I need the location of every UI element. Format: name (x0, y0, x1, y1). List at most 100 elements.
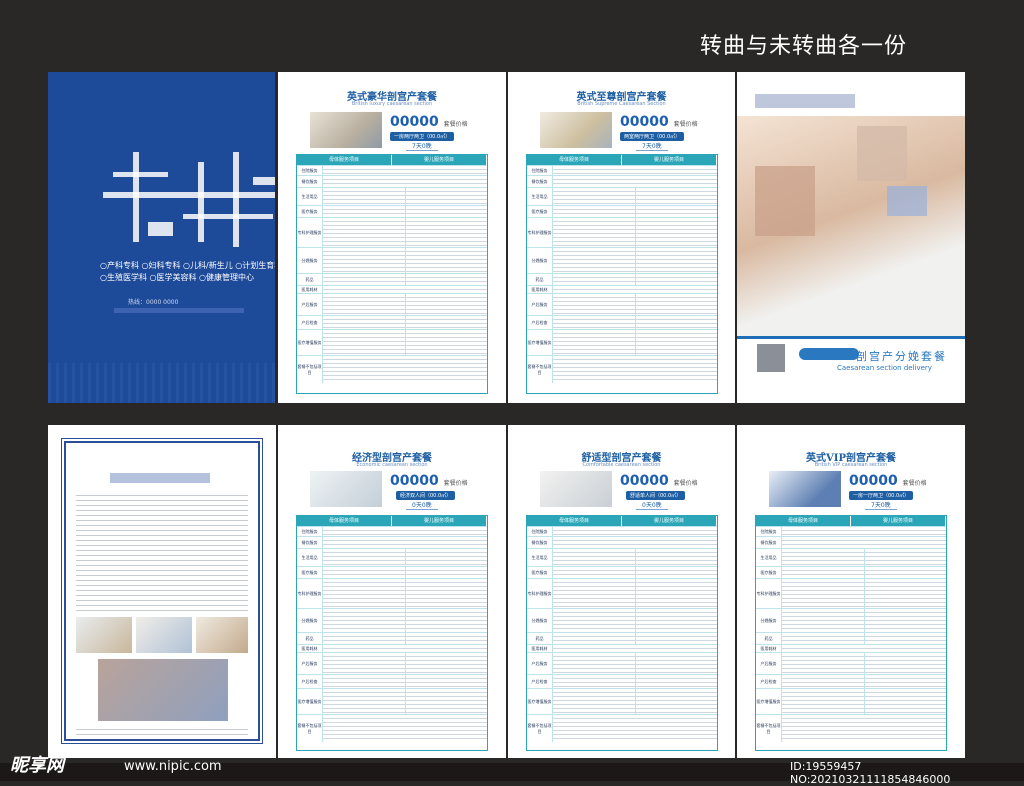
service-table: 母体服务项目 婴儿服务项目 住院服务 餐饮服务 生活用品 医疗服务 专科护理服务 … (296, 154, 488, 394)
row-label: 医用耗材 (527, 286, 553, 293)
room-photo (540, 471, 612, 507)
room-type: 两室两厅两卫（00.0㎡） (620, 132, 685, 141)
package-price: 00000 套餐价格 (390, 473, 468, 489)
service-table: 母体服务项目 婴儿服务项目 住院服务 餐饮服务 生活用品 医疗服务 专科护理服务 … (755, 515, 947, 751)
row-label: 餐饮服务 (527, 176, 553, 187)
row-label: 住院服务 (297, 527, 323, 536)
row-label: 生活用品 (297, 188, 323, 205)
site-logo: 昵享网 (10, 755, 64, 776)
row-label: 医用耗材 (756, 645, 782, 652)
col-baby: 婴儿服务项目 (622, 155, 717, 165)
row-label: 药品 (756, 633, 782, 644)
accent-bar (737, 336, 965, 339)
package-page-luxury: 英式豪华剖宫产套餐 British luxury caesarean secti… (278, 72, 506, 403)
row-label: 套餐不包括项目 (297, 356, 323, 383)
page-subtitle: British luxury caesarean section (351, 101, 433, 107)
page-subtitle: Economic caesarean section (356, 462, 428, 468)
row-label: 餐饮服务 (297, 176, 323, 187)
row-label: 套餐不包括项目 (527, 356, 553, 383)
row-label: 餐饮服务 (527, 537, 553, 548)
col-mom: 母体服务项目 (756, 516, 851, 526)
row-label: 医疗服务 (527, 206, 553, 217)
row-label: 餐饮服务 (756, 537, 782, 548)
room-photo (310, 471, 382, 507)
col-baby: 婴儿服务项目 (622, 516, 717, 526)
row-label: 医疗服务 (297, 206, 323, 217)
room-photo (310, 112, 382, 148)
row-label: 产后检查 (756, 675, 782, 688)
col-mom: 母体服务项目 (527, 155, 622, 165)
badge (799, 348, 859, 360)
service-table: 母体服务项目 婴儿服务项目 住院服务 餐饮服务 生活用品 医疗服务 专科护理服务 … (526, 154, 718, 394)
row-label: 医疗服务 (756, 567, 782, 578)
intro-page (48, 425, 276, 758)
brand-subtitle: Caesarean section delivery (837, 364, 932, 372)
blurred-qr (757, 344, 785, 372)
page-subtitle: British Supreme Caesarean Section (577, 101, 666, 107)
hospital-photo-1 (76, 617, 132, 653)
col-mom: 母体服务项目 (297, 155, 392, 165)
cover-page: ○产科专科 ○妇科专科 ○儿科/新生儿 ○计划生育科 ○生殖医学科 ○医学美容科… (48, 72, 275, 403)
package-page-vip: 英式VIP剖宫产套餐 British VIP caesarean section… (737, 425, 965, 758)
col-mom: 母体服务项目 (527, 516, 622, 526)
row-label: 分娩服务 (297, 248, 323, 273)
page-subtitle: Comfortable caesarean section (582, 462, 661, 468)
row-label: 产后检查 (297, 316, 323, 329)
row-label: 专科护理服务 (297, 579, 323, 608)
row-label: 分娩服务 (527, 609, 553, 632)
package-price: 00000 套餐价格 (390, 114, 468, 130)
intro-text (76, 491, 248, 611)
row-label: 产后服务 (756, 653, 782, 674)
brand-title: 剖宫产分娩套餐 (856, 350, 947, 363)
package-price: 00000 套餐价格 (849, 473, 927, 489)
hospital-photo-3 (196, 617, 248, 653)
row-label: 医疗增值服务 (297, 689, 323, 714)
col-baby: 婴儿服务项目 (851, 516, 946, 526)
row-label: 专科护理服务 (527, 218, 553, 247)
row-label: 套餐不包括项目 (756, 715, 782, 742)
row-label: 专科护理服务 (297, 218, 323, 247)
row-label: 医疗增值服务 (297, 330, 323, 355)
package-page-comfortable: 舒适型剖宫产套餐 Comfortable caesarean section 0… (508, 425, 735, 758)
package-price: 00000 套餐价格 (620, 114, 698, 130)
intro-footer-text (76, 725, 248, 737)
row-label: 住院服务 (297, 166, 323, 175)
row-label: 住院服务 (756, 527, 782, 536)
row-label: 住院服务 (527, 166, 553, 175)
row-label: 分娩服务 (527, 248, 553, 273)
row-label: 医疗服务 (297, 567, 323, 578)
blurred-logo (755, 94, 855, 108)
row-label: 产后服务 (297, 653, 323, 674)
row-label: 医疗增值服务 (756, 689, 782, 714)
cover-phone: 热线：0000 0000 (128, 299, 179, 306)
hospital-photo-2 (136, 617, 192, 653)
row-label: 住院服务 (527, 527, 553, 536)
col-baby: 婴儿服务项目 (392, 516, 487, 526)
row-label: 套餐不包括项目 (527, 715, 553, 742)
row-label: 生活用品 (527, 549, 553, 566)
row-label: 药品 (297, 633, 323, 644)
stay-days: 0天0晚 (636, 500, 668, 510)
row-label: 产后服务 (527, 653, 553, 674)
hospital-building-blurred (98, 659, 228, 721)
image-id: ID:19559457 NO:20210321111854846000 (790, 760, 951, 786)
stay-days: 7天0晚 (406, 141, 438, 151)
row-label: 生活用品 (756, 549, 782, 566)
package-page-economic: 经济型剖宫产套餐 Economic caesarean section 0000… (278, 425, 506, 758)
blurred-heading (110, 473, 210, 483)
row-label: 产后检查 (527, 316, 553, 329)
row-label: 医疗增值服务 (527, 689, 553, 714)
service-table: 母体服务项目 婴儿服务项目 住院服务 餐饮服务 生活用品 医疗服务 专科护理服务 … (526, 515, 718, 751)
row-label: 分娩服务 (297, 609, 323, 632)
package-page-supreme: 英式至尊剖宫产套餐 British Supreme Caesarean Sect… (508, 72, 735, 403)
row-label: 医疗增值服务 (527, 330, 553, 355)
row-label: 餐饮服务 (297, 537, 323, 548)
stay-days: 7天0晚 (865, 500, 897, 510)
cover-wave-pattern (48, 363, 275, 403)
watermark-bar: 昵享网 www.nipic.com ID:19559457 NO:2021032… (0, 755, 1024, 786)
page-subtitle: British VIP caesarean section (814, 462, 888, 468)
row-label: 产后检查 (297, 675, 323, 688)
row-label: 专科护理服务 (527, 579, 553, 608)
row-label: 药品 (527, 274, 553, 285)
row-label: 医用耗材 (297, 645, 323, 652)
